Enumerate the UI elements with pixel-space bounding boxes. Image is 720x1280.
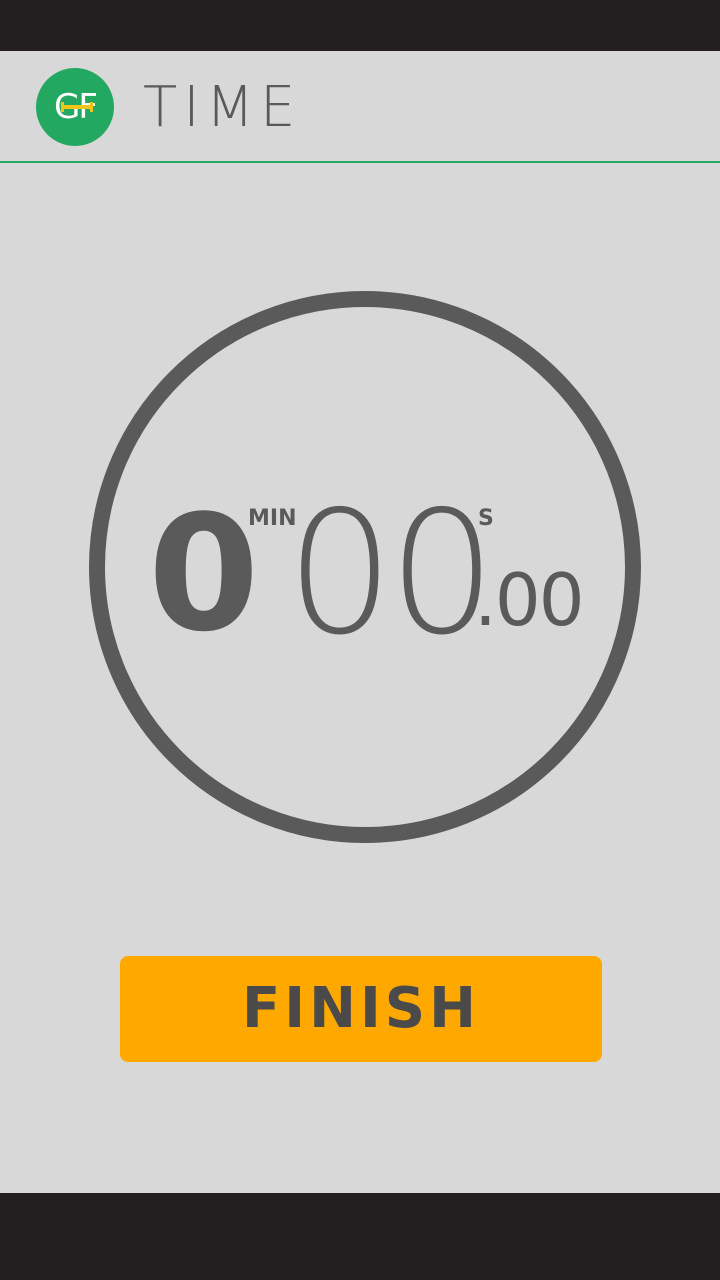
navigation-bar [0, 1193, 720, 1280]
timer-hundredths: .00 [474, 558, 585, 642]
app-logo: GF [36, 68, 114, 146]
app-header: GF TIME [0, 51, 720, 163]
status-bar [0, 0, 720, 51]
timer-seconds: 00 [286, 475, 496, 673]
timer-seconds-unit: S [478, 506, 494, 531]
page-title: TIME [143, 75, 302, 140]
timer-minutes: 0 [148, 480, 260, 667]
finish-button[interactable]: FINISH [120, 956, 602, 1062]
barbell-icon [61, 102, 93, 112]
